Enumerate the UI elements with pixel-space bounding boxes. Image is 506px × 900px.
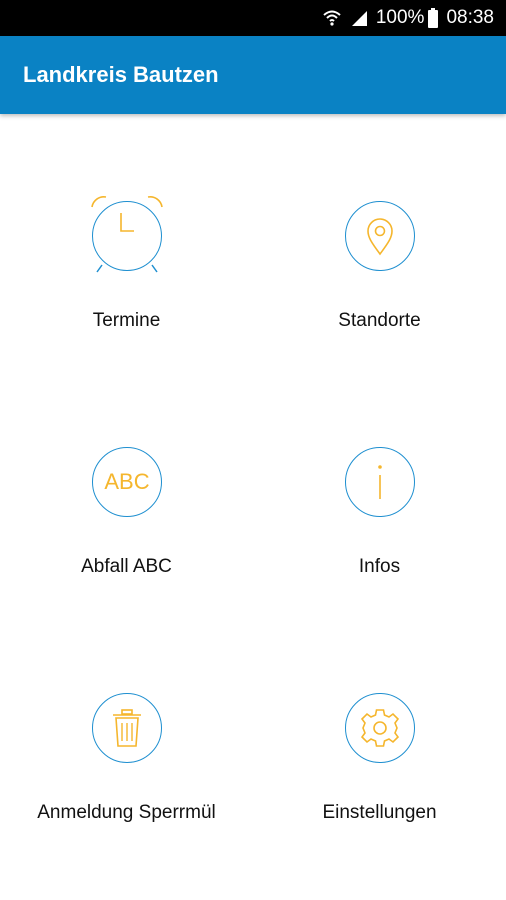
menu-item-einstellungen[interactable]: Einstellungen: [253, 606, 506, 852]
menu-item-termine[interactable]: Termine: [0, 114, 253, 360]
menu-label-sperrmuell: Anmeldung Sperrmül: [37, 802, 216, 823]
status-bar: 100% 08:38: [0, 0, 506, 36]
menu-item-infos[interactable]: Infos: [253, 360, 506, 606]
menu-label-standorte: Standorte: [338, 310, 421, 331]
menu-label-termine: Termine: [92, 310, 161, 331]
abc-icon-text: ABC: [104, 469, 150, 494]
menu-item-abfall-abc[interactable]: ABC Abfall ABC: [0, 360, 253, 606]
app-bar: Landkreis Bautzen: [0, 36, 506, 114]
battery-percent: 100%: [375, 7, 425, 28]
wifi-icon: [322, 9, 342, 27]
abc-icon: ABC: [92, 447, 162, 517]
battery-icon: [428, 8, 439, 28]
menu-grid: Termine Standorte ABC Abfall ABC Infos A…: [0, 114, 506, 900]
app-title: Landkreis Bautzen: [23, 62, 219, 87]
gear-icon: [345, 693, 415, 763]
menu-item-standorte[interactable]: Standorte: [253, 114, 506, 360]
trash-can-icon: [92, 693, 162, 763]
info-icon: [345, 447, 415, 517]
location-pin-icon: [345, 201, 415, 271]
menu-label-abfall-abc: Abfall ABC: [81, 556, 172, 577]
menu-label-infos: Infos: [358, 556, 401, 577]
clock: 08:38: [446, 7, 494, 28]
signal-icon: [350, 9, 368, 27]
alarm-clock-icon: [91, 196, 163, 273]
menu-label-einstellungen: Einstellungen: [322, 802, 437, 823]
menu-item-sperrmuell[interactable]: Anmeldung Sperrmül: [0, 606, 253, 852]
